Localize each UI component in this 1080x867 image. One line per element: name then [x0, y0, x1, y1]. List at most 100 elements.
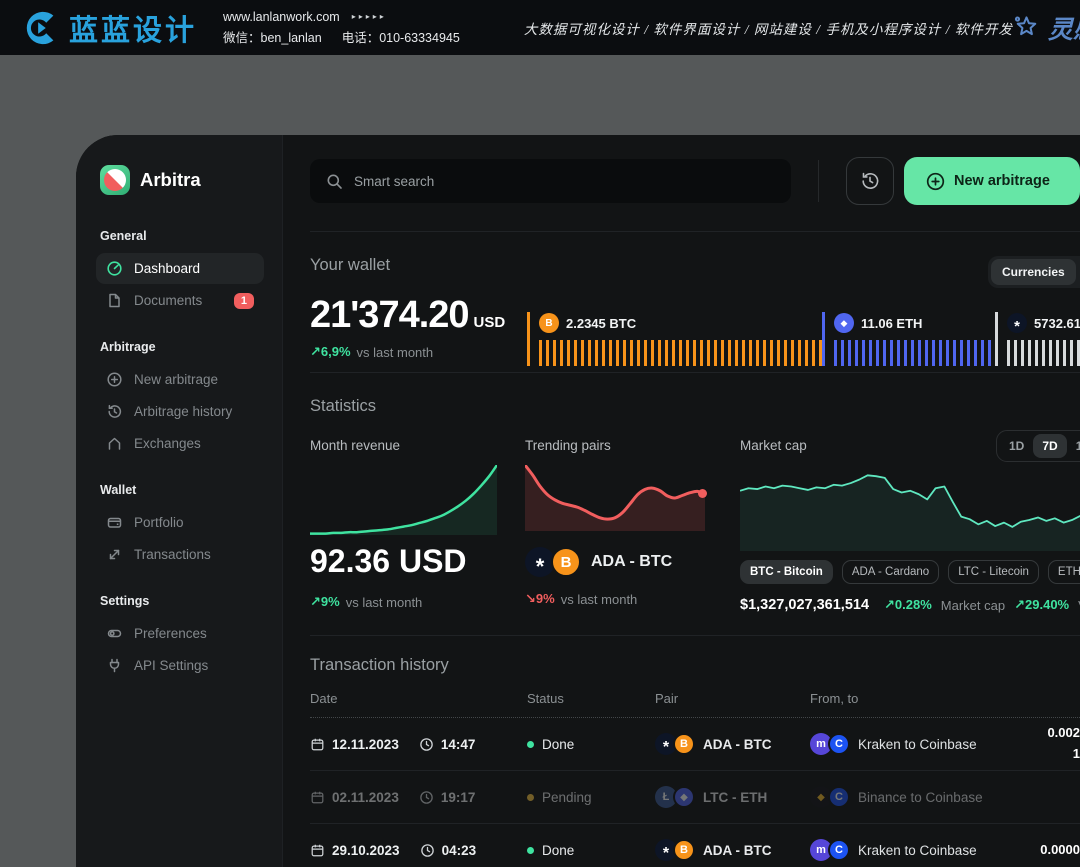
market-cap-value: $1,327,027,361,514 — [740, 597, 869, 613]
website-url[interactable]: www.lanlanwork.com — [223, 10, 340, 24]
statistics-row: Month revenue 92.36 USD ↗9%vs last month… — [310, 438, 1080, 613]
clock-icon — [420, 843, 435, 858]
trending-pairs-chart — [525, 465, 705, 531]
tx-pair: ADA - BTC — [703, 843, 772, 858]
month-revenue-value: 92.36 USD — [310, 543, 497, 580]
app-brand-name: Arbitra — [140, 169, 201, 191]
sidebar-item-arbitrage-history[interactable]: Arbitrage history — [96, 396, 264, 427]
history-button[interactable] — [846, 157, 894, 205]
month-revenue-chart — [310, 465, 497, 535]
table-header: Date Status Pair From, to — [310, 691, 1080, 718]
transaction-history-title: Transaction history — [310, 656, 1080, 675]
ada-amount: 5732.61 ADA — [1034, 316, 1080, 331]
table-row[interactable]: 12.11.2023 14:47 Done * B ADA - BTC m C … — [310, 718, 1080, 771]
screenshot-stage: 蓝蓝设计 www.lanlanwork.com ▸▸▸▸▸ 微信：ben_lan… — [0, 0, 1080, 867]
section-divider — [310, 635, 1080, 636]
wallet-balance: 21'374.20 — [310, 294, 469, 336]
sidebar-item-exchanges[interactable]: Exchanges — [96, 428, 264, 459]
wallet-change: 6,9% — [321, 344, 351, 359]
market-cap-change-label: Market cap — [941, 598, 1005, 613]
market-cap-change: 0.28% — [895, 597, 932, 612]
coinbase-icon: C — [828, 786, 850, 808]
services-list: 大数据可视化设计 / 软件界面设计 / 网站建设 / 手机及小程序设计 / 软件… — [524, 18, 1013, 38]
market-cap-tags: BTC - Bitcoin ADA - Cardano LTC - Liteco… — [740, 560, 1080, 584]
clock-icon — [419, 790, 434, 805]
calendar-icon — [310, 790, 325, 805]
lanlan-logo-icon — [22, 9, 60, 47]
sidebar-item-preferences[interactable]: Preferences — [96, 618, 264, 649]
trending-pair-name: ADA - BTC — [591, 553, 672, 571]
eth-ticks — [834, 340, 995, 366]
tag-btc[interactable]: BTC - Bitcoin — [740, 560, 833, 584]
trending-pairs-card: Trending pairs * B ADA - BTC ↘9%vs last … — [525, 438, 705, 607]
sidebar-item-new-arbitrage[interactable]: New arbitrage — [96, 364, 264, 395]
app-logo[interactable]: Arbitra — [100, 165, 260, 195]
topbar-divider — [818, 160, 819, 202]
arch-building-icon — [106, 435, 123, 452]
sidebar-section-arbitrage: Arbitrage — [100, 340, 260, 354]
new-arbitrage-button[interactable]: New arbitrage — [904, 157, 1080, 205]
month-revenue-change-note: vs last month — [346, 595, 423, 610]
calendar-icon — [310, 843, 325, 858]
tx-time: 14:47 — [441, 737, 476, 752]
trending-pair[interactable]: * B ADA - BTC — [525, 547, 705, 577]
month-revenue-change: 9% — [321, 594, 340, 609]
tx-date: 12.11.2023 — [332, 737, 399, 752]
ada-coin-icon: * — [1007, 313, 1027, 333]
transfer-arrows-icon — [106, 546, 123, 563]
range-7d[interactable]: 7D — [1033, 434, 1066, 458]
tab-exchanges[interactable]: Exchanges — [1076, 259, 1080, 285]
sidebar-section-settings: Settings — [100, 594, 260, 608]
toggle-icon — [106, 625, 123, 642]
arrows-decoration: ▸▸▸▸▸ — [352, 12, 387, 21]
wallet-allocation-bar: B 2.2345 BTC ◆ 11.06 ETH — [527, 312, 1080, 366]
sidebar-item-dashboard[interactable]: Dashboard — [96, 253, 264, 284]
statistics-title: Statistics — [310, 397, 1080, 416]
range-1m[interactable]: 1M — [1067, 434, 1080, 458]
wallet-currency: USD — [474, 314, 506, 331]
eth-segment[interactable]: ◆ 11.06 ETH — [822, 312, 995, 366]
tag-ada[interactable]: ADA - Cardano — [842, 560, 939, 584]
wallet-change-note: vs last month — [357, 345, 434, 360]
chart-end-dot — [698, 489, 707, 498]
arbitra-logo-icon — [100, 165, 130, 195]
btc-amount: 2.2345 BTC — [566, 316, 636, 331]
sidebar-item-transactions[interactable]: Transactions — [96, 539, 264, 570]
range-toggle: 1D 7D 1M — [996, 430, 1080, 462]
sidebar-item-portfolio[interactable]: Portfolio — [96, 507, 264, 538]
range-1d[interactable]: 1D — [1000, 434, 1033, 458]
trending-change-note: vs last month — [561, 592, 638, 607]
tx-status: Pending — [542, 790, 592, 805]
ada-segment[interactable]: * 5732.61 ADA — [995, 312, 1080, 366]
btc-segment[interactable]: B 2.2345 BTC — [527, 312, 822, 366]
sidebar-item-label: New arbitrage — [134, 372, 218, 387]
tx-route: Binance to Coinbase — [858, 790, 983, 805]
tab-currencies[interactable]: Currencies — [991, 259, 1076, 285]
tag-ltc[interactable]: LTC - Litecoin — [948, 560, 1039, 584]
search-input[interactable] — [354, 174, 775, 189]
lanlan-logo[interactable]: 蓝蓝设计 — [22, 7, 197, 49]
wechat-contact: 微信：ben_lanlan — [223, 27, 322, 46]
calendar-icon — [310, 737, 325, 752]
main-content: New arbitrage Your wallet Currencies Exc… — [283, 135, 1080, 867]
table-row[interactable]: 02.11.2023 19:17 Pending Ł ◆ LTC - ETH ◆… — [310, 771, 1080, 824]
ada-ticks — [1007, 340, 1080, 366]
plus-circle-icon — [106, 371, 123, 388]
wallet-icon — [106, 514, 123, 531]
sidebar-section-wallet: Wallet — [100, 483, 260, 497]
wallet-title: Your wallet — [310, 256, 390, 275]
sidebar-item-api-settings[interactable]: API Settings — [96, 650, 264, 681]
market-cap-chart — [740, 465, 1080, 551]
month-revenue-label: Month revenue — [310, 438, 497, 453]
trending-change: 9% — [536, 591, 555, 606]
sidebar-item-label: Arbitrage history — [134, 404, 232, 419]
header-contact-block: www.lanlanwork.com ▸▸▸▸▸ 微信：ben_lanlan 电… — [223, 10, 460, 46]
tx-status: Done — [542, 737, 574, 752]
tx-pair: LTC - ETH — [703, 790, 767, 805]
table-row[interactable]: 29.10.2023 04:23 Done * B ADA - BTC m C … — [310, 824, 1080, 867]
inspiration-collect-link[interactable]: 灵感收集 — [1013, 10, 1080, 46]
search-box[interactable] — [310, 159, 791, 203]
tag-eth[interactable]: ETH - Ethereum — [1048, 560, 1080, 584]
sidebar-item-documents[interactable]: Documents 1 — [96, 285, 264, 316]
trending-pairs-label: Trending pairs — [525, 438, 705, 453]
